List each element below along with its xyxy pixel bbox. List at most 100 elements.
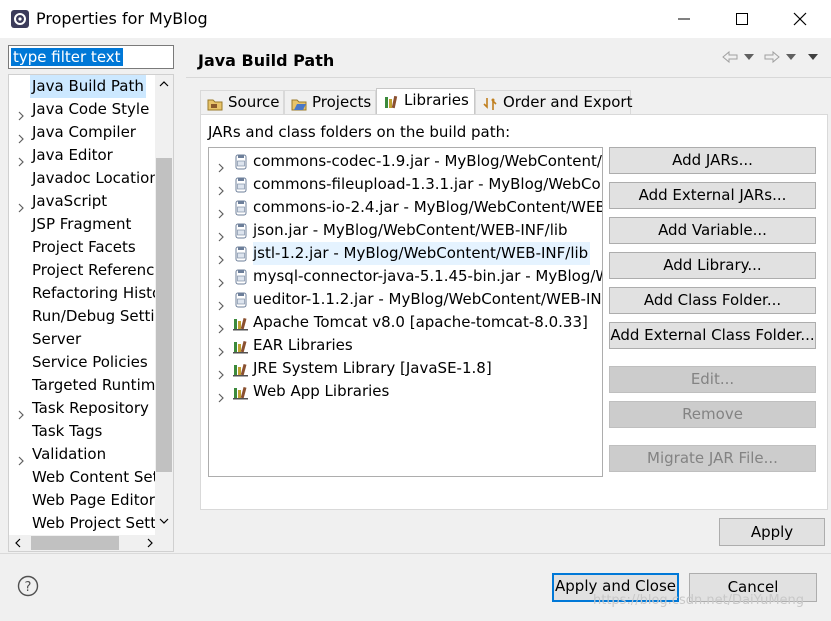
library-row[interactable]: commons-codec-1.9.jar - MyBlog/WebConten… — [209, 150, 602, 173]
sidebar-item[interactable]: Web Project Settings — [9, 512, 155, 535]
sidebar-item[interactable]: Web Content Settings — [9, 466, 155, 489]
sidebar-item[interactable]: Server — [9, 328, 155, 351]
sidebar-item[interactable]: Java Code Style — [9, 98, 155, 121]
forward-dropdown-icon[interactable] — [786, 54, 796, 60]
library-row[interactable]: mysql-connector-java-5.1.45-bin.jar - My… — [209, 265, 602, 288]
back-arrow-icon[interactable] — [722, 50, 738, 64]
library-label: EAR Libraries — [253, 336, 353, 354]
sidebar-item[interactable]: Task Tags — [9, 420, 155, 443]
chevron-right-icon[interactable] — [217, 180, 225, 196]
remove-button[interactable]: Remove — [609, 401, 816, 428]
library-label: Apache Tomcat v8.0 [apache-tomcat-8.0.33… — [253, 313, 588, 331]
library-row[interactable]: Apache Tomcat v8.0 [apache-tomcat-8.0.33… — [209, 311, 602, 334]
jar-file-icon — [233, 223, 249, 239]
sidebar-item[interactable]: Java Build Path — [9, 75, 155, 98]
tab-label: Projects — [312, 93, 372, 111]
scroll-left-icon[interactable] — [14, 538, 22, 548]
libraries-icon — [383, 94, 399, 110]
filter-input[interactable]: type filter text — [8, 45, 174, 69]
chevron-right-icon[interactable] — [217, 157, 225, 173]
sidebar-item[interactable]: Java Editor — [9, 144, 155, 167]
chevron-right-icon[interactable] — [217, 318, 225, 334]
chevron-right-icon[interactable] — [217, 272, 225, 288]
scroll-down-icon[interactable] — [159, 517, 169, 525]
chevron-right-icon[interactable] — [217, 341, 225, 357]
library-row[interactable]: JRE System Library [JavaSE-1.8] — [209, 357, 602, 380]
library-row[interactable]: ueditor-1.1.2.jar - MyBlog/WebContent/WE… — [209, 288, 602, 311]
library-row[interactable]: json.jar - MyBlog/WebContent/WEB-INF/lib — [209, 219, 602, 242]
property-page-tree: Java Build Path Java Code Style Java Compi… — [8, 74, 174, 552]
jar-file-icon — [233, 246, 249, 262]
back-dropdown-icon[interactable] — [744, 54, 754, 60]
library-row[interactable]: EAR Libraries — [209, 334, 602, 357]
view-menu-icon[interactable] — [808, 54, 818, 60]
library-row[interactable]: commons-io-2.4.jar - MyBlog/WebContent/W… — [209, 196, 602, 219]
chevron-right-icon[interactable] — [217, 203, 225, 219]
chevron-right-icon[interactable] — [217, 364, 225, 380]
add-library-button[interactable]: Add Library... — [609, 252, 816, 279]
sidebar-item[interactable]: Project References — [9, 259, 155, 282]
jar-file-icon — [233, 269, 249, 285]
edit-button[interactable]: Edit... — [609, 366, 816, 393]
chevron-right-icon[interactable] — [217, 226, 225, 242]
help-icon[interactable]: ? — [17, 575, 39, 597]
library-icon — [233, 384, 249, 400]
jar-file-icon — [233, 154, 249, 170]
sidebar-item[interactable]: Java Compiler — [9, 121, 155, 144]
tree-vertical-scrollbar[interactable] — [155, 75, 173, 535]
add-jars-button[interactable]: Add JARs... — [609, 147, 816, 174]
close-button[interactable] — [771, 0, 829, 38]
sidebar-item-label: Java Editor — [32, 146, 113, 164]
sidebar-item[interactable]: Task Repository — [9, 397, 155, 420]
sidebar-item[interactable]: Refactoring History — [9, 282, 155, 305]
chevron-right-icon[interactable] — [217, 295, 225, 311]
chevron-right-icon[interactable] — [17, 105, 25, 121]
maximize-button[interactable] — [713, 0, 771, 38]
chevron-right-icon[interactable] — [17, 404, 25, 420]
tab-order-and-export[interactable]: Order and Export — [475, 90, 633, 115]
sidebar-item[interactable]: Javadoc Location — [9, 167, 155, 190]
add-variable-button[interactable]: Add Variable... — [609, 217, 816, 244]
tab-libraries[interactable]: Libraries — [376, 88, 475, 116]
sidebar-item[interactable]: JavaScript — [9, 190, 155, 213]
apply-button[interactable]: Apply — [719, 518, 825, 546]
add-external-class-folder-button[interactable]: Add External Class Folder... — [609, 322, 816, 349]
tree-horizontal-scrollbar[interactable] — [9, 535, 173, 551]
build-path-label: JARs and class folders on the build path… — [208, 123, 511, 141]
sidebar-item-label: Server — [32, 330, 82, 348]
sidebar-item[interactable]: Service Policies — [9, 351, 155, 374]
filter-placeholder-text[interactable]: type filter text — [11, 48, 123, 66]
tree-vertical-scroll-thumb[interactable] — [156, 158, 172, 472]
forward-arrow-icon[interactable] — [764, 50, 780, 64]
sidebar-item[interactable]: Targeted Runtimes — [9, 374, 155, 397]
tab-source[interactable]: Source — [200, 90, 284, 115]
close-icon — [793, 12, 807, 26]
chevron-right-icon[interactable] — [217, 387, 225, 403]
sidebar-item-label: Project Facets — [32, 238, 136, 256]
minimize-button[interactable] — [655, 0, 713, 38]
chevron-right-icon[interactable] — [17, 197, 25, 213]
library-row[interactable]: Web App Libraries — [209, 380, 602, 403]
add-class-folder-button[interactable]: Add Class Folder... — [609, 287, 816, 314]
migrate-jar-button[interactable]: Migrate JAR File... — [609, 445, 816, 472]
sidebar-item-label: Java Code Style — [32, 100, 150, 118]
page-navigation — [718, 47, 826, 67]
chevron-right-icon[interactable] — [217, 249, 225, 265]
sidebar-item[interactable]: Run/Debug Settings — [9, 305, 155, 328]
chevron-right-icon[interactable] — [17, 128, 25, 144]
add-external-jars-button[interactable]: Add External JARs... — [609, 182, 816, 209]
sidebar-item[interactable]: Project Facets — [9, 236, 155, 259]
sidebar-item[interactable]: Web Page Editor — [9, 489, 155, 512]
library-label: commons-io-2.4.jar - MyBlog/WebContent/W… — [253, 198, 602, 216]
library-row[interactable]: jstl-1.2.jar - MyBlog/WebContent/WEB-INF… — [209, 242, 602, 265]
tree-horizontal-scroll-thumb[interactable] — [31, 536, 119, 550]
library-label: mysql-connector-java-5.1.45-bin.jar - My… — [253, 267, 602, 285]
sidebar-item[interactable]: JSP Fragment — [9, 213, 155, 236]
sidebar-item[interactable]: Validation — [9, 443, 155, 466]
chevron-right-icon[interactable] — [17, 151, 25, 167]
tab-projects[interactable]: Projects — [284, 90, 376, 115]
scroll-up-icon[interactable] — [159, 80, 169, 88]
library-row[interactable]: commons-fileupload-1.3.1.jar - MyBlog/We… — [209, 173, 602, 196]
chevron-right-icon[interactable] — [17, 450, 25, 466]
scroll-right-icon[interactable] — [146, 538, 154, 548]
